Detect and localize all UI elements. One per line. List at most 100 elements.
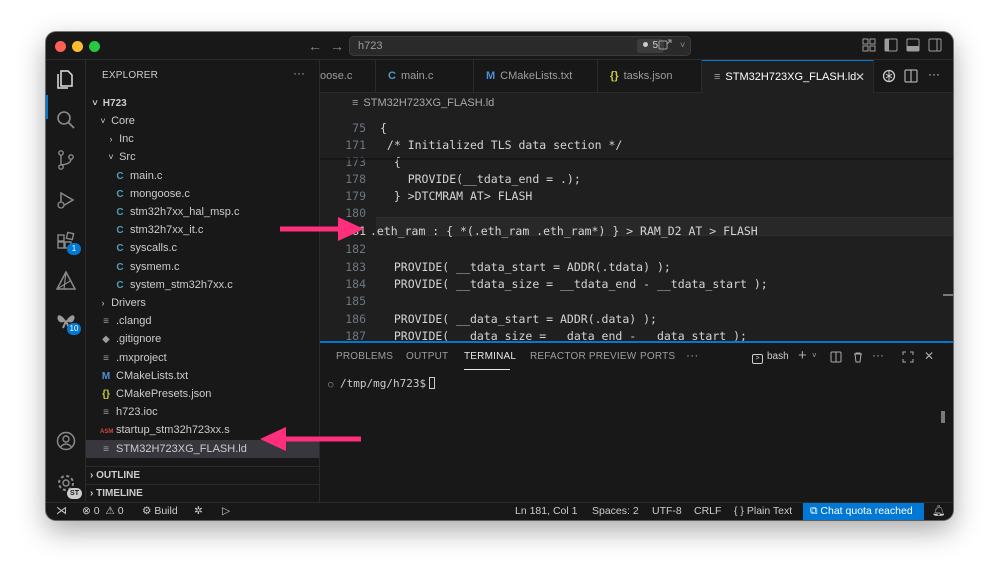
gear-icon: ⚙: [142, 505, 152, 517]
tab-refactor-preview[interactable]: REFACTOR PREVIEW: [530, 351, 636, 362]
tab-main-c[interactable]: Cmain.c: [376, 60, 474, 92]
split-editor-icon[interactable]: [904, 69, 918, 83]
trash-icon[interactable]: [852, 351, 864, 363]
chevron-down-icon: ˅: [100, 116, 106, 126]
timeline-section[interactable]: › TIMELINE: [86, 484, 319, 502]
file-item[interactable]: Cmongoose.c: [86, 185, 319, 203]
file-item[interactable]: ≡ .mxproject: [86, 349, 319, 367]
tab-output[interactable]: OUTPUT: [406, 351, 448, 362]
file-item[interactable]: Csystem_stm32h7xx.c: [86, 276, 319, 294]
tab-cmakelists[interactable]: M CMakeLists.txt: [474, 60, 598, 92]
folder-item[interactable]: ˅ Src: [86, 148, 319, 166]
annotation-arrow-file: [260, 427, 361, 451]
error-icon: ⊗: [82, 505, 91, 517]
search-icon[interactable]: [55, 109, 77, 131]
problems-status[interactable]: ⊗ 0 ⚠ 0: [82, 503, 124, 520]
line-number: 182: [345, 242, 366, 256]
maximize-window-button[interactable]: [89, 41, 100, 52]
folder-item[interactable]: › Inc: [86, 130, 319, 148]
chevron-down-icon[interactable]: ˅: [680, 40, 685, 50]
code-line: PROVIDE( __data_size = __data_end - __da…: [380, 329, 747, 341]
copilot-icon[interactable]: [658, 38, 672, 52]
file-item[interactable]: M CMakeLists.txt: [86, 367, 319, 385]
tree-item-label: stm32h7xx_hal_msp.c: [130, 206, 240, 218]
file-item[interactable]: Cmain.c: [86, 167, 319, 185]
language-mode[interactable]: { } Plain Text: [734, 503, 792, 520]
folder-item[interactable]: › Drivers: [86, 294, 319, 312]
tab-tasks-json[interactable]: {} tasks.json: [598, 60, 702, 92]
toggle-panel-icon[interactable]: [906, 38, 920, 52]
line-number: 178: [345, 172, 366, 186]
outline-section[interactable]: › OUTLINE: [86, 466, 319, 484]
code-editor[interactable]: 75 {171 /* Initialized TLS data section *…: [320, 113, 953, 341]
profile-badge: ST: [67, 488, 82, 499]
back-arrow-icon[interactable]: ←: [308, 38, 322, 54]
new-terminal-icon[interactable]: +: [798, 347, 807, 364]
customize-layout-icon[interactable]: [862, 38, 876, 52]
panel-more-icon[interactable]: ···: [686, 348, 699, 362]
toggle-sidebar-icon[interactable]: [884, 38, 898, 52]
build-button[interactable]: ⚙ Build: [142, 503, 178, 520]
file-item[interactable]: ◆ .gitignore: [86, 330, 319, 348]
terminal-shell-selector[interactable]: > bash: [752, 349, 789, 365]
activity-bar: 1 10 ST: [46, 60, 86, 502]
json-file-icon: {}: [610, 70, 619, 82]
explorer-icon[interactable]: [55, 68, 77, 90]
scrollbar-marker[interactable]: [943, 294, 953, 296]
encoding[interactable]: UTF-8: [652, 503, 682, 520]
terminal-scrollbar[interactable]: [941, 411, 945, 423]
remote-icon[interactable]: ⋊: [56, 503, 67, 520]
chatgpt-icon[interactable]: [882, 69, 896, 83]
source-control-icon[interactable]: [55, 149, 77, 171]
tree-item-label: Drivers: [111, 297, 146, 309]
close-panel-icon[interactable]: ✕: [924, 349, 934, 363]
debug-icon[interactable]: ✲: [194, 503, 203, 520]
title-bar: ← → h723 5 ˅: [46, 32, 953, 60]
copilot-icon: ⧉: [810, 505, 818, 517]
terminal-icon: >: [752, 354, 763, 364]
run-debug-icon[interactable]: [55, 189, 77, 211]
breadcrumb[interactable]: ≡ STM32H723XG_FLASH.ld: [320, 93, 953, 113]
text-file-icon: ≡: [352, 97, 359, 109]
stm32-extension-button[interactable]: 10: [55, 310, 81, 335]
tab-problems[interactable]: PROBLEMS: [336, 351, 393, 362]
folder-item[interactable]: ˅ Core: [86, 112, 319, 130]
chat-quota-status[interactable]: ⧉ Chat quota reached: [803, 503, 924, 520]
tab-terminal[interactable]: TERMINAL: [464, 351, 516, 362]
run-icon[interactable]: ▷: [222, 503, 230, 520]
tab-mongoose-c[interactable]: oose.c: [320, 60, 376, 92]
command-center-search[interactable]: h723 5: [349, 36, 691, 56]
cmake-icon[interactable]: [55, 270, 77, 292]
toggle-secondary-sidebar-icon[interactable]: [928, 38, 942, 52]
maximize-panel-icon[interactable]: [902, 351, 914, 363]
line-ending[interactable]: CRLF: [694, 503, 721, 520]
cursor-position[interactable]: Ln 181, Col 1: [515, 503, 577, 520]
indentation[interactable]: Spaces: 2: [592, 503, 639, 520]
workspace-root[interactable]: ˅ H723: [86, 94, 319, 112]
panel-actions-more-icon[interactable]: ···: [872, 348, 884, 362]
chevron-right-icon: ›: [101, 298, 105, 308]
file-item[interactable]: ≡ .clangd: [86, 312, 319, 330]
file-item[interactable]: {} CMakePresets.json: [86, 385, 319, 403]
tree-item-label: Src: [119, 151, 136, 164]
manage-button[interactable]: ST: [55, 472, 82, 499]
code-line: /* Initialized TLS data section */: [380, 138, 623, 152]
editor-more-icon[interactable]: ···: [928, 67, 940, 81]
minimize-window-button[interactable]: [72, 41, 83, 52]
git-file-icon: ◆: [102, 334, 110, 346]
forward-arrow-icon[interactable]: →: [330, 38, 344, 54]
tab-ports[interactable]: PORTS: [640, 351, 675, 362]
extensions-button[interactable]: 1: [55, 230, 81, 255]
notifications-bell-icon[interactable]: 🔔︎: [932, 503, 945, 520]
split-terminal-icon[interactable]: [830, 351, 842, 363]
warning-icon: ⚠: [105, 505, 115, 517]
file-item[interactable]: ≡ h723.ioc: [86, 403, 319, 421]
close-tab-icon[interactable]: ✕: [855, 61, 865, 93]
tab-flash-ld[interactable]: ≡ STM32H723XG_FLASH.ld ✕: [702, 60, 874, 93]
account-icon[interactable]: [55, 430, 77, 452]
more-actions-icon[interactable]: ···: [293, 66, 305, 80]
close-window-button[interactable]: [55, 41, 66, 52]
file-item[interactable]: Csysmem.c: [86, 258, 319, 276]
terminal-output[interactable]: ○ /tmp/mg/h723$: [328, 377, 436, 390]
chevron-down-icon[interactable]: ˅: [812, 351, 817, 360]
